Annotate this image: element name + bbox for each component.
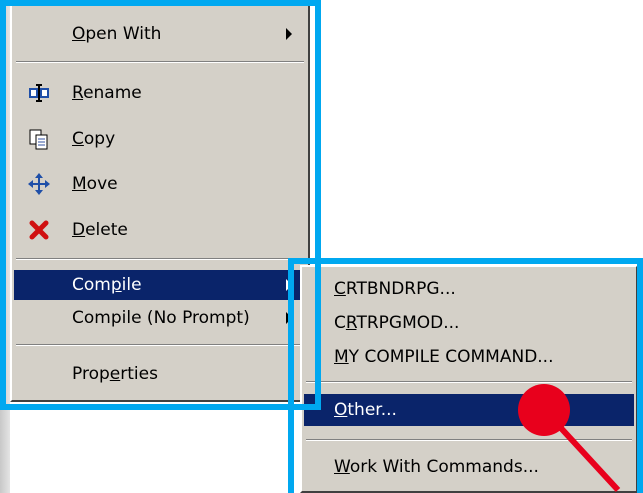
click-marker-dot [518,384,570,436]
